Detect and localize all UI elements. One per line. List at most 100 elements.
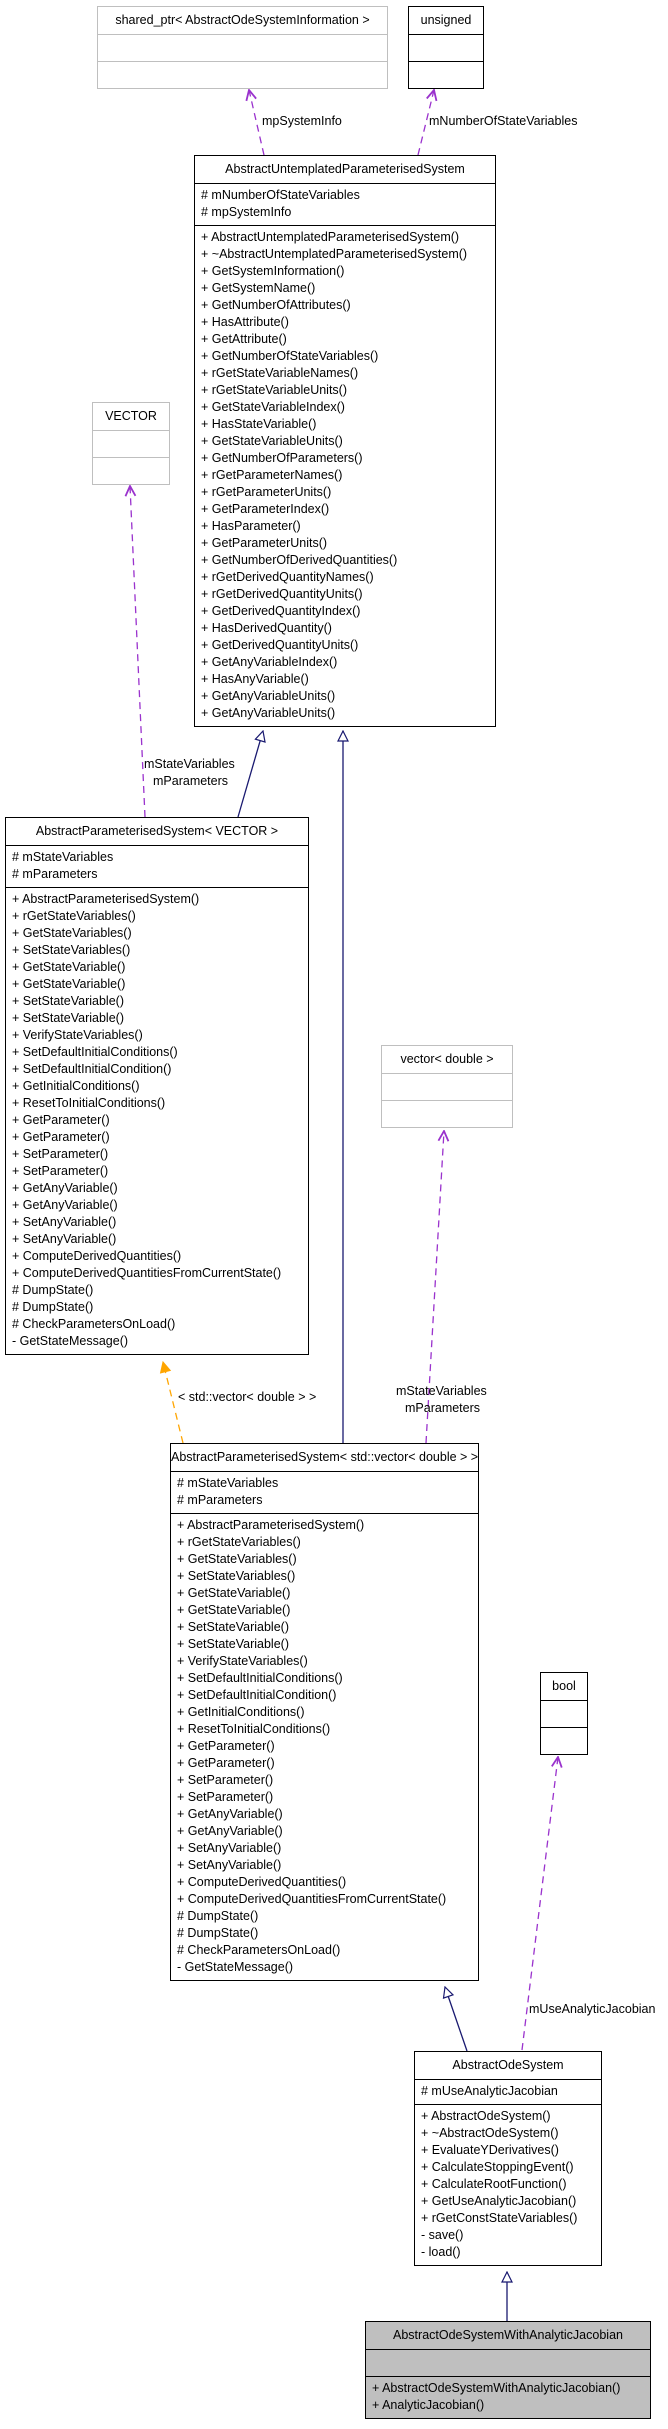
method-item[interactable]: + GetNumberOfDerivedQuantities()	[201, 552, 489, 569]
method-item[interactable]: + GetDerivedQuantityIndex()	[201, 603, 489, 620]
method-item[interactable]: + GetAttribute()	[201, 331, 489, 348]
method-item[interactable]: + SetParameter()	[177, 1772, 472, 1789]
method-item[interactable]: + SetDefaultInitialCondition()	[177, 1687, 472, 1704]
method-item[interactable]: + EvaluateYDerivatives()	[421, 2142, 595, 2159]
method-item[interactable]: + GetParameter()	[12, 1129, 302, 1146]
method-item[interactable]: + SetAnyVariable()	[177, 1857, 472, 1874]
method-item[interactable]: + GetParameter()	[177, 1755, 472, 1772]
attribute-item[interactable]: # mParameters	[12, 866, 302, 883]
method-item[interactable]: + rGetDerivedQuantityNames()	[201, 569, 489, 586]
method-item[interactable]: + SetAnyVariable()	[12, 1214, 302, 1231]
method-item[interactable]: + AbstractParameterisedSystem()	[12, 891, 302, 908]
method-item[interactable]: + GetNumberOfParameters()	[201, 450, 489, 467]
method-item[interactable]: + GetAnyVariable()	[177, 1823, 472, 1840]
method-item[interactable]: + AnalyticJacobian()	[372, 2397, 644, 2414]
class-unsigned[interactable]: unsigned	[408, 6, 484, 89]
method-item[interactable]: + SetParameter()	[12, 1163, 302, 1180]
method-item[interactable]: - GetStateMessage()	[12, 1333, 302, 1350]
method-item[interactable]: + GetParameter()	[12, 1112, 302, 1129]
method-item[interactable]: + SetAnyVariable()	[12, 1231, 302, 1248]
method-item[interactable]: - save()	[421, 2227, 595, 2244]
class-abstract-parameterised-system-vector[interactable]: AbstractParameterisedSystem< VECTOR > # …	[5, 817, 309, 1355]
method-item[interactable]: + ComputeDerivedQuantitiesFromCurrentSta…	[177, 1891, 472, 1908]
class-vector-double[interactable]: vector< double >	[381, 1045, 513, 1128]
method-item[interactable]: + rGetStateVariables()	[12, 908, 302, 925]
attribute-item[interactable]: # mNumberOfStateVariables	[201, 187, 489, 204]
method-item[interactable]: # DumpState()	[177, 1925, 472, 1942]
method-item[interactable]: + SetStateVariable()	[12, 993, 302, 1010]
method-item[interactable]: + SetDefaultInitialConditions()	[177, 1670, 472, 1687]
method-item[interactable]: + GetInitialConditions()	[177, 1704, 472, 1721]
method-item[interactable]: + CalculateStoppingEvent()	[421, 2159, 595, 2176]
method-item[interactable]: + AbstractUntemplatedParameterisedSystem…	[201, 229, 489, 246]
method-item[interactable]: + GetDerivedQuantityUnits()	[201, 637, 489, 654]
method-item[interactable]: + VerifyStateVariables()	[12, 1027, 302, 1044]
method-item[interactable]: + rGetParameterUnits()	[201, 484, 489, 501]
method-item[interactable]: + rGetDerivedQuantityUnits()	[201, 586, 489, 603]
method-item[interactable]: + HasAttribute()	[201, 314, 489, 331]
method-item[interactable]: + SetStateVariables()	[177, 1568, 472, 1585]
class-abstract-parameterised-system-std-vector[interactable]: AbstractParameterisedSystem< std::vector…	[170, 1443, 479, 1981]
method-item[interactable]: + SetStateVariable()	[12, 1010, 302, 1027]
attribute-item[interactable]: # mStateVariables	[12, 849, 302, 866]
method-item[interactable]: + GetStateVariableIndex()	[201, 399, 489, 416]
class-vector-template-param[interactable]: VECTOR	[92, 402, 170, 485]
method-item[interactable]: + GetAnyVariable()	[177, 1806, 472, 1823]
class-bool[interactable]: bool	[540, 1672, 588, 1755]
method-item[interactable]: + AbstractOdeSystemWithAnalyticJacobian(…	[372, 2380, 644, 2397]
method-item[interactable]: + GetAnyVariableIndex()	[201, 654, 489, 671]
method-item[interactable]: + GetParameter()	[177, 1738, 472, 1755]
attribute-item[interactable]: # mStateVariables	[177, 1475, 472, 1492]
method-item[interactable]: + GetSystemInformation()	[201, 263, 489, 280]
method-item[interactable]: + HasStateVariable()	[201, 416, 489, 433]
method-item[interactable]: + GetParameterUnits()	[201, 535, 489, 552]
method-item[interactable]: - GetStateMessage()	[177, 1959, 472, 1976]
method-item[interactable]: + ComputeDerivedQuantitiesFromCurrentSta…	[12, 1265, 302, 1282]
method-item[interactable]: + SetParameter()	[12, 1146, 302, 1163]
attribute-item[interactable]: # mParameters	[177, 1492, 472, 1509]
method-item[interactable]: + GetAnyVariable()	[12, 1197, 302, 1214]
method-item[interactable]: + SetStateVariable()	[177, 1619, 472, 1636]
method-item[interactable]: + GetInitialConditions()	[12, 1078, 302, 1095]
method-item[interactable]: + GetNumberOfAttributes()	[201, 297, 489, 314]
method-item[interactable]: + SetStateVariable()	[177, 1636, 472, 1653]
method-item[interactable]: + GetStateVariables()	[177, 1551, 472, 1568]
method-item[interactable]: + VerifyStateVariables()	[177, 1653, 472, 1670]
method-item[interactable]: + GetAnyVariableUnits()	[201, 688, 489, 705]
method-item[interactable]: + ComputeDerivedQuantities()	[177, 1874, 472, 1891]
method-item[interactable]: + GetStateVariable()	[177, 1585, 472, 1602]
method-item[interactable]: + SetDefaultInitialConditions()	[12, 1044, 302, 1061]
method-item[interactable]: + GetStateVariableUnits()	[201, 433, 489, 450]
method-item[interactable]: + ResetToInitialConditions()	[12, 1095, 302, 1112]
method-item[interactable]: + rGetStateVariables()	[177, 1534, 472, 1551]
method-item[interactable]: + GetUseAnalyticJacobian()	[421, 2193, 595, 2210]
method-item[interactable]: # DumpState()	[12, 1282, 302, 1299]
method-item[interactable]: + ~AbstractOdeSystem()	[421, 2125, 595, 2142]
method-item[interactable]: + GetSystemName()	[201, 280, 489, 297]
method-item[interactable]: + GetParameterIndex()	[201, 501, 489, 518]
method-item[interactable]: + GetAnyVariable()	[12, 1180, 302, 1197]
method-item[interactable]: # DumpState()	[12, 1299, 302, 1316]
method-item[interactable]: + GetStateVariables()	[12, 925, 302, 942]
attribute-item[interactable]: # mUseAnalyticJacobian	[421, 2083, 595, 2100]
method-item[interactable]: + HasParameter()	[201, 518, 489, 535]
method-item[interactable]: + rGetStateVariableUnits()	[201, 382, 489, 399]
class-shared-ptr[interactable]: shared_ptr< AbstractOdeSystemInformation…	[97, 6, 388, 89]
method-item[interactable]: + ComputeDerivedQuantities()	[12, 1248, 302, 1265]
method-item[interactable]: + GetNumberOfStateVariables()	[201, 348, 489, 365]
method-item[interactable]: + rGetConstStateVariables()	[421, 2210, 595, 2227]
method-item[interactable]: + SetParameter()	[177, 1789, 472, 1806]
attribute-item[interactable]: # mpSystemInfo	[201, 204, 489, 221]
method-item[interactable]: # CheckParametersOnLoad()	[177, 1942, 472, 1959]
method-item[interactable]: + SetAnyVariable()	[177, 1840, 472, 1857]
method-item[interactable]: # CheckParametersOnLoad()	[12, 1316, 302, 1333]
method-item[interactable]: + CalculateRootFunction()	[421, 2176, 595, 2193]
method-item[interactable]: + rGetStateVariableNames()	[201, 365, 489, 382]
class-abstract-ode-system-with-analytic-jacobian[interactable]: AbstractOdeSystemWithAnalyticJacobian + …	[365, 2321, 651, 2419]
method-item[interactable]: + SetStateVariables()	[12, 942, 302, 959]
method-item[interactable]: + HasDerivedQuantity()	[201, 620, 489, 637]
method-item[interactable]: + SetDefaultInitialCondition()	[12, 1061, 302, 1078]
method-item[interactable]: + GetStateVariable()	[177, 1602, 472, 1619]
method-item[interactable]: + GetStateVariable()	[12, 976, 302, 993]
method-item[interactable]: # DumpState()	[177, 1908, 472, 1925]
